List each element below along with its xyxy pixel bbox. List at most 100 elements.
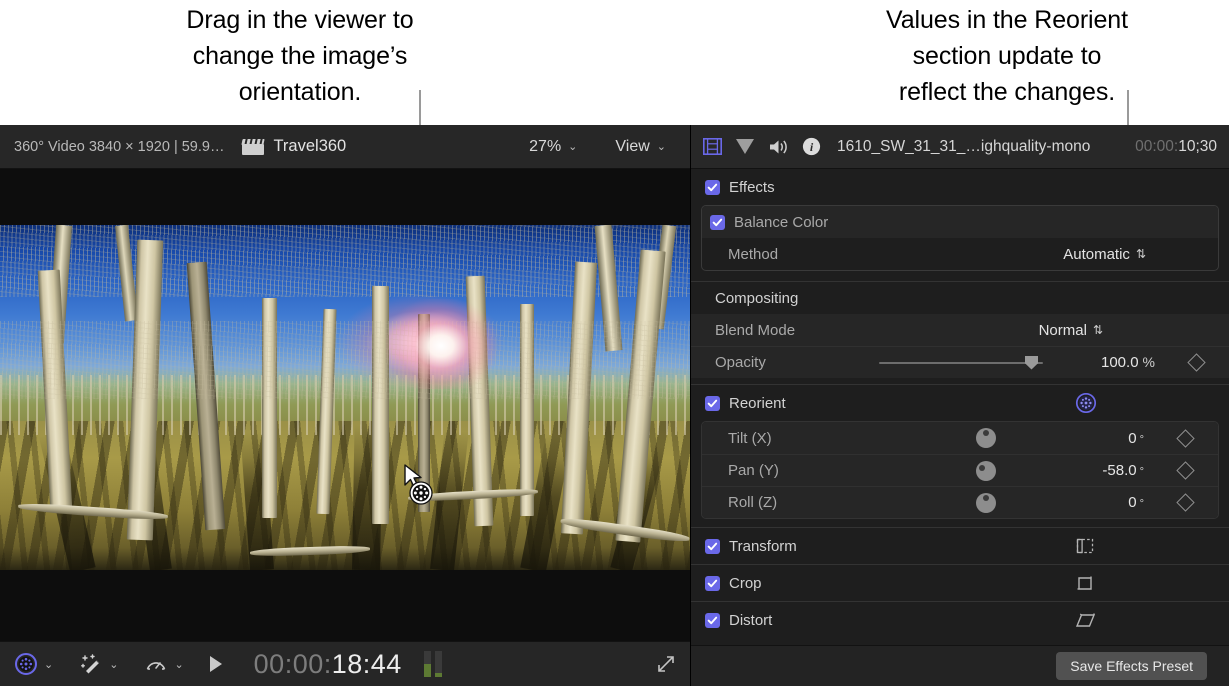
effects-checkbox[interactable]: [705, 180, 720, 195]
keyframe-diamond-icon: [1176, 429, 1194, 447]
reorient-param-value: -58.0: [1102, 462, 1136, 479]
canopy-branches: [0, 321, 690, 399]
distort-checkbox[interactable]: [705, 613, 720, 628]
reorient-param-value-field[interactable]: -58.0 °: [1032, 462, 1152, 479]
inspector-footer: Save Effects Preset: [691, 645, 1229, 686]
rotation-knob-icon: [976, 461, 996, 481]
crop-label: Crop: [729, 575, 762, 592]
reorient-param-keyframe-button[interactable]: [1152, 432, 1218, 445]
section-transform[interactable]: Transform: [691, 528, 1229, 564]
info-icon[interactable]: i: [802, 137, 821, 156]
compositing-label: Compositing: [715, 290, 798, 307]
callout-text-left: Drag in the viewer to change the image’s…: [105, 2, 495, 110]
opacity-row[interactable]: Opacity 100.0 %: [691, 346, 1229, 378]
view-menu[interactable]: View ⌄: [609, 136, 672, 158]
viewer-toolbar-top: 360° Video 3840 × 1920 | 59.9… Travel360…: [0, 125, 690, 169]
opacity-slider[interactable]: [879, 362, 1043, 364]
reorient-param-dial[interactable]: [976, 428, 1032, 448]
video-image-360[interactable]: [0, 225, 690, 570]
clapperboard-icon: [242, 139, 264, 155]
section-distort[interactable]: Distort: [691, 602, 1229, 638]
reorient-param-keyframe-button[interactable]: [1152, 464, 1218, 477]
reorient-param-label: Tilt (X): [728, 430, 772, 447]
opacity-keyframe-button[interactable]: [1163, 356, 1229, 369]
rotation-knob-icon: [976, 428, 996, 448]
inspector-timecode: 00:00: 10;30: [1135, 138, 1217, 156]
retime-menu[interactable]: ⌄: [144, 652, 183, 676]
inspector-timecode-dim: 00:00:: [1135, 138, 1178, 156]
blend-mode-label: Blend Mode: [715, 322, 795, 339]
360-view-menu[interactable]: ⌄: [14, 652, 53, 676]
enhance-wand-icon: [79, 652, 103, 676]
reorient-parameter-rows: Tilt (X)0°Pan (Y)-58.0°Roll (Z)0°: [702, 422, 1218, 518]
reorient-param-value-field[interactable]: 0°: [1032, 494, 1152, 511]
zoom-level-menu[interactable]: 27% ⌄: [523, 136, 583, 158]
inspector-panel: i 1610_SW_31_31_…ighquality-mono 00:00: …: [690, 125, 1229, 686]
reorient-param-dial[interactable]: [976, 493, 1032, 513]
opacity-value-field[interactable]: 100.0 %: [1043, 354, 1163, 371]
view-menu-label: View: [615, 138, 649, 156]
section-effects[interactable]: Effects: [691, 169, 1229, 205]
degree-unit: °: [1140, 466, 1144, 478]
opacity-unit: %: [1143, 354, 1155, 370]
expand-arrows-icon: [656, 654, 676, 674]
balance-color-checkbox[interactable]: [710, 215, 725, 230]
opacity-slider-thumb[interactable]: [1025, 356, 1038, 370]
transform-icon[interactable]: [1075, 536, 1095, 556]
color-inspector-icon[interactable]: [735, 138, 755, 155]
retime-speedometer-icon: [144, 652, 168, 676]
crop-icon[interactable]: [1075, 573, 1095, 593]
reorient-param-keyframe-button[interactable]: [1152, 496, 1218, 509]
reorient-param-label: Roll (Z): [728, 494, 777, 511]
reorient-param-row[interactable]: Tilt (X)0°: [702, 422, 1218, 454]
enhance-menu[interactable]: ⌄: [79, 652, 118, 676]
timecode-hours-minutes: 00:00:: [254, 649, 332, 680]
keyframe-diamond-icon: [1176, 493, 1194, 511]
reorient-param-row[interactable]: Pan (Y)-58.0°: [702, 454, 1218, 486]
reorient-360-icon[interactable]: [1075, 392, 1097, 414]
viewer-canvas[interactable]: [0, 169, 690, 641]
crop-checkbox[interactable]: [705, 576, 720, 591]
project-name: Travel360: [273, 137, 346, 156]
method-popup[interactable]: Automatic ⇅: [1063, 246, 1146, 263]
section-crop[interactable]: Crop: [691, 565, 1229, 601]
method-label: Method: [728, 246, 778, 263]
save-effects-preset-button[interactable]: Save Effects Preset: [1056, 652, 1207, 680]
degree-unit: °: [1140, 434, 1144, 446]
fullscreen-button[interactable]: [656, 654, 676, 674]
360-view-icon: [14, 652, 38, 676]
reorient-param-row[interactable]: Roll (Z) 0°: [702, 486, 1218, 518]
rotation-knob-icon: [976, 493, 996, 513]
blend-mode-value: Normal: [1039, 322, 1087, 339]
effects-label: Effects: [729, 179, 775, 196]
chevron-down-icon: ⌄: [657, 140, 666, 153]
inspector-header: i 1610_SW_31_31_…ighquality-mono 00:00: …: [691, 125, 1229, 169]
opacity-value: 100.0: [1101, 354, 1139, 371]
section-compositing: Compositing: [691, 282, 1229, 314]
reorient-params-card: Tilt (X)0°Pan (Y)-58.0°Roll (Z)0°: [701, 421, 1219, 519]
speaker-icon[interactable]: [768, 138, 789, 156]
transform-checkbox[interactable]: [705, 539, 720, 554]
reorient-checkbox[interactable]: [705, 396, 720, 411]
reorient-param-value: 0: [1128, 430, 1136, 447]
playhead-timecode[interactable]: 00:00: 18:44: [254, 649, 402, 680]
method-value: Automatic: [1063, 246, 1130, 263]
stepper-icon: ⇅: [1093, 324, 1103, 336]
film-strip-icon[interactable]: [703, 138, 722, 155]
inspector-body[interactable]: Effects Balance Color Method Autom: [691, 169, 1229, 645]
viewer-toolbar-bottom: ⌄ ⌄: [0, 641, 690, 686]
sun-flare: [386, 299, 496, 389]
zoom-level-value: 27%: [529, 138, 561, 156]
blend-mode-row[interactable]: Blend Mode Normal ⇅: [691, 314, 1229, 346]
reorient-param-dial[interactable]: [976, 461, 1032, 481]
balance-color-method-row[interactable]: Method Automatic ⇅: [702, 238, 1218, 270]
distort-icon[interactable]: [1075, 610, 1097, 630]
inspector-timecode-lit: 10;30: [1178, 138, 1217, 156]
balance-color-header[interactable]: Balance Color: [702, 206, 1218, 238]
play-triangle-icon[interactable]: [210, 656, 222, 672]
audio-level-meter: [424, 651, 442, 677]
reorient-param-value-field[interactable]: 0°: [1032, 430, 1152, 447]
blend-mode-popup[interactable]: Normal ⇅: [1039, 322, 1103, 339]
section-reorient[interactable]: Reorient: [691, 385, 1229, 421]
viewer-pane: 360° Video 3840 × 1920 | 59.9… Travel360…: [0, 125, 690, 686]
